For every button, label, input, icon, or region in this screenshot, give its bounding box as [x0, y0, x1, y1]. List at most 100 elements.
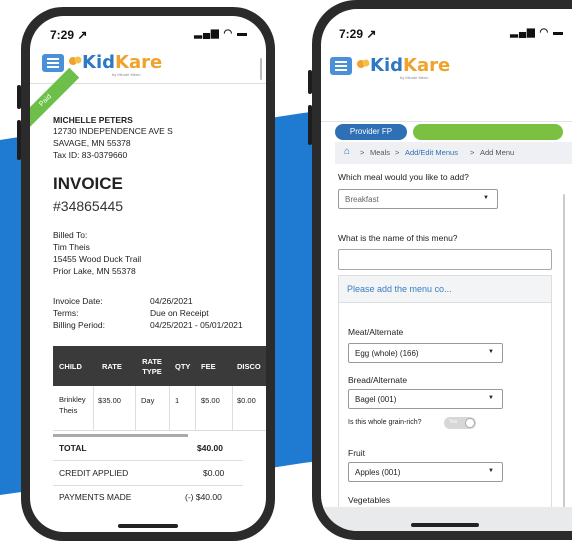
column-header-qty: QTY	[175, 362, 191, 371]
whole-grain-toggle[interactable]: Yes	[444, 417, 476, 429]
scrollbar[interactable]	[563, 194, 565, 524]
provider-name: MICHELLE PETERS	[53, 115, 133, 125]
chevron-down-icon: ▼	[488, 468, 494, 474]
home-icon[interactable]: ⌂	[344, 146, 350, 157]
status-icons: ▂▄▆ ◠ ▬	[510, 27, 564, 38]
totals-divider	[53, 485, 243, 486]
total-value: $40.00	[197, 443, 223, 453]
kidkare-logo-icon	[357, 59, 370, 68]
breadcrumb-separator: >	[395, 148, 400, 157]
provider-tax-id: Tax ID: 83-0379660	[53, 150, 128, 160]
meal-select-value: Breakfast	[345, 195, 379, 204]
fruit-label: Fruit	[348, 448, 365, 458]
column-divider	[135, 386, 136, 430]
bottom-bar	[321, 507, 572, 531]
invoice-title: INVOICE	[53, 174, 123, 193]
status-icons: ▂▄▆ ◠ ▬	[194, 28, 248, 39]
vegetables-label: Vegetables	[348, 495, 391, 505]
home-indicator[interactable]	[411, 523, 479, 527]
brand-kid: Kid	[82, 52, 116, 73]
terms-label: Terms:	[53, 308, 79, 318]
provider-button[interactable]: Provider FP	[335, 124, 407, 140]
billing-period-value: 04/25/2021 - 05/01/2021	[150, 320, 243, 330]
column-divider	[93, 386, 94, 430]
menu-components-card-header: Please add the menu co...	[338, 275, 552, 303]
provider-address-line1: 12730 INDEPENDENCE AVE S	[53, 126, 173, 136]
cell-fee: $5.00	[201, 396, 220, 405]
column-divider	[169, 386, 170, 430]
brand-tagline: by Minute Menu	[112, 72, 141, 77]
brand-kare: Kare	[403, 55, 451, 76]
cell-rate-type: Day	[141, 396, 155, 405]
invoice-date-label: Invoice Date:	[53, 296, 103, 306]
kidkare-logo: KidKare	[370, 55, 450, 76]
billed-to-name: Tim Theis	[53, 242, 90, 252]
right-phone-screen: 7:29 ↗ ▂▄▆ ◠ ▬ KidKare by Minute Menu Pr…	[321, 9, 572, 531]
billed-to-address-line2: Prior Lake, MN 55378	[53, 266, 136, 276]
column-header-discount: DISCO	[237, 362, 261, 371]
marketing-stage: 7:29 ↗ ▂▄▆ ◠ ▬ KidKare by Minute Menu Pa…	[0, 0, 572, 541]
column-header-rate-type: RATE TYPE	[142, 357, 162, 376]
breadcrumb-separator: >	[470, 148, 475, 157]
menu-components-title: Please add the menu co...	[347, 284, 452, 294]
status-bar: 7:29 ↗ ▂▄▆ ◠ ▬	[321, 9, 572, 41]
fruit-value: Apples (001)	[355, 468, 401, 477]
chevron-down-icon: ▼	[483, 195, 489, 201]
invoice-number: #34865445	[53, 198, 124, 214]
billed-to-label: Billed To:	[53, 230, 88, 240]
fruit-select[interactable]: Apples (001) ▼	[348, 462, 503, 482]
whole-grain-question: Is this whole grain-rich?	[348, 419, 422, 426]
meat-alternate-label: Meat/Alternate	[348, 327, 404, 337]
scrollbar[interactable]	[260, 58, 262, 80]
column-header-child: CHILD	[59, 362, 82, 371]
toggle-label: Yes	[449, 419, 458, 425]
brand-tagline: by Minute Menu	[400, 75, 429, 80]
status-time: 7:29 ↗	[50, 28, 88, 42]
column-header-fee: FEE	[201, 362, 216, 371]
totals-divider	[53, 460, 243, 461]
home-indicator[interactable]	[118, 524, 178, 528]
credit-applied-label: CREDIT APPLIED	[59, 468, 129, 478]
menu-name-input[interactable]	[338, 249, 552, 270]
breadcrumb-meals[interactable]: Meals	[370, 148, 390, 157]
billed-to-address-line1: 15455 Wood Duck Trail	[53, 254, 142, 264]
chevron-down-icon: ▼	[488, 349, 494, 355]
menu-button[interactable]	[330, 57, 352, 75]
column-divider	[232, 386, 233, 430]
status-bar: 7:29 ↗ ▂▄▆ ◠ ▬	[30, 16, 266, 46]
header-divider	[321, 121, 572, 122]
column-divider	[195, 386, 196, 430]
column-header-rate: RATE	[102, 362, 122, 371]
green-action-bar[interactable]	[413, 124, 563, 140]
meat-alternate-select[interactable]: Egg (whole) (166) ▼	[348, 343, 503, 363]
left-phone-screen: 7:29 ↗ ▂▄▆ ◠ ▬ KidKare by Minute Menu Pa…	[30, 16, 266, 532]
kidkare-logo-icon	[69, 56, 82, 65]
horizontal-scrollbar[interactable]	[53, 434, 188, 437]
left-phone: 7:29 ↗ ▂▄▆ ◠ ▬ KidKare by Minute Menu Pa…	[21, 7, 275, 541]
bread-alternate-value: Bagel (001)	[355, 395, 397, 404]
toggle-knob	[465, 418, 475, 428]
table-bottom-border	[53, 430, 266, 431]
cell-discount: $0.00	[237, 396, 256, 405]
bread-alternate-label: Bread/Alternate	[348, 375, 408, 385]
billing-period-label: Billing Period:	[53, 320, 105, 330]
breadcrumb-add-edit-menus[interactable]: Add/Edit Menus	[405, 148, 458, 157]
meat-alternate-value: Egg (whole) (166)	[355, 349, 419, 358]
cell-qty: 1	[175, 396, 180, 405]
menu-name-question: What is the name of this menu?	[338, 233, 458, 243]
chevron-down-icon: ▼	[488, 395, 494, 401]
payments-made-value: (-) $40.00	[185, 492, 222, 502]
right-phone: 7:29 ↗ ▂▄▆ ◠ ▬ KidKare by Minute Menu Pr…	[312, 0, 572, 540]
credit-applied-value: $0.00	[203, 468, 225, 478]
invoice-table-header: CHILD RATE RATE TYPE QTY FEE DISCO	[53, 346, 266, 386]
kidkare-logo: KidKare	[82, 52, 162, 73]
meal-question: Which meal would you like to add?	[338, 172, 469, 182]
payments-made-label: PAYMENTS MADE	[59, 492, 132, 502]
invoice-date-value: 04/26/2021	[150, 296, 193, 306]
brand-kid: Kid	[370, 55, 404, 76]
meal-select[interactable]: Breakfast ▼	[338, 189, 498, 209]
breadcrumb-separator: >	[360, 148, 365, 157]
menu-button[interactable]	[42, 54, 64, 72]
brand-kare: Kare	[115, 52, 163, 73]
bread-alternate-select[interactable]: Bagel (001) ▼	[348, 389, 503, 409]
